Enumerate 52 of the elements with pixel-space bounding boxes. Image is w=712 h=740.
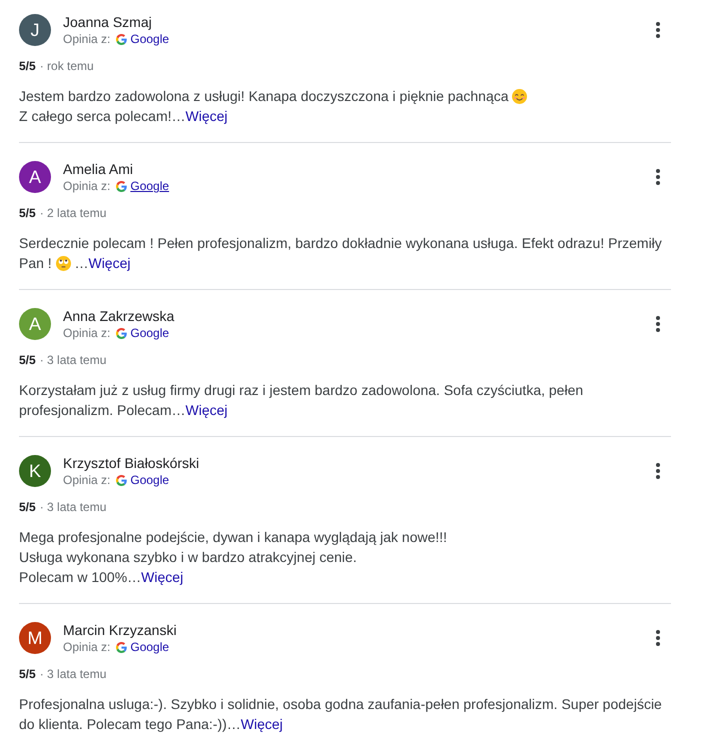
review-text: Jestem bardzo zadowolona z usługi! Kanapa doczyszczona i pięknie pachnąca Z całego serca polecam!…Więcej bbox=[19, 86, 671, 126]
source-link[interactable]: Google bbox=[130, 178, 170, 194]
avatar: M bbox=[19, 622, 51, 654]
g-logo-icon bbox=[116, 180, 128, 192]
review-date: · 3 lata temu bbox=[40, 352, 106, 368]
source-label: Opinia z: bbox=[63, 178, 110, 194]
g-logo-icon bbox=[116, 474, 128, 486]
more-link[interactable]: Więcej bbox=[240, 716, 283, 732]
more-icon[interactable] bbox=[656, 22, 660, 38]
review-date: · 3 lata temu bbox=[40, 499, 106, 515]
avatar: K bbox=[19, 455, 51, 487]
reviewer-name: Anna Zakrzewska bbox=[63, 307, 174, 325]
g-logo-icon bbox=[116, 328, 128, 338]
reviewer-name: Joanna Szmaj bbox=[63, 13, 152, 31]
review-date: · rok temu bbox=[40, 58, 94, 74]
source-label: Opinia z: bbox=[63, 325, 110, 341]
review-date: · 2 lata temu bbox=[40, 205, 106, 221]
g-logo-icon bbox=[116, 34, 128, 44]
rating-score: 5/5 bbox=[19, 58, 36, 74]
reviewer-name: Krzysztof Białoskórski bbox=[63, 454, 200, 472]
source-link[interactable]: Google bbox=[130, 472, 170, 488]
more-icon[interactable] bbox=[656, 630, 660, 646]
review-date: · 3 lata temu bbox=[40, 666, 106, 682]
review-text: Serdecznie polecam ! Pełen profesjonalizm, bardzo dokładnie wykonana usługa. Efekt odrazu! Przemiły Pan ! …Więcej bbox=[19, 234, 663, 273]
rating-score: 5/5 bbox=[19, 666, 36, 682]
avatar: A bbox=[19, 161, 51, 193]
source-link[interactable]: Google bbox=[130, 639, 170, 655]
reviewer-name: Amelia Ami bbox=[63, 160, 134, 178]
source-label: Opinia z: bbox=[63, 31, 110, 47]
review-text: Korzystałam już z usług firmy drugi raz i jestem bardzo zadowolona. Sofa czyściutka, pełen profesjonalizm. Polecam…Więcej bbox=[19, 381, 584, 420]
source-label: Opinia z: bbox=[63, 472, 110, 488]
source-link[interactable]: Google bbox=[130, 325, 170, 341]
more-icon[interactable] bbox=[656, 463, 660, 479]
more-icon[interactable] bbox=[656, 169, 660, 185]
more-link[interactable]: Więcej bbox=[186, 108, 228, 124]
review-text: Mega profesjonalne podejście, dywan i kanapa wyglądają jak nowe!!! Usługa wykonana szybko i w bardzo atrakcyjnej cenie. Polecam w 100%…Więcej bbox=[19, 528, 448, 587]
review-text: Profesjonalna usluga:-). Szybko i solidnie, osoba godna zaufania-pełen profesjonalizm. Super podejście do klienta. Polecam tego Pana:-))…Więcej bbox=[19, 695, 663, 734]
g-logo-icon bbox=[116, 642, 128, 652]
reviewer-name: Marcin Krzyzanski bbox=[63, 621, 177, 639]
source-link[interactable]: Google bbox=[130, 31, 170, 47]
rating-score: 5/5 bbox=[19, 352, 36, 368]
more-link[interactable]: Więcej bbox=[88, 255, 130, 271]
more-link[interactable]: Więcej bbox=[141, 569, 184, 585]
more-icon[interactable] bbox=[656, 316, 660, 332]
rating-score: 5/5 bbox=[19, 205, 36, 221]
more-link[interactable]: Więcej bbox=[186, 402, 228, 418]
avatar: J bbox=[19, 14, 51, 46]
smiling-face-icon bbox=[512, 89, 528, 104]
avatar: A bbox=[19, 308, 51, 340]
source-label: Opinia z: bbox=[63, 639, 110, 655]
rating-score: 5/5 bbox=[19, 499, 36, 515]
eyes-up-face-icon bbox=[56, 256, 71, 271]
